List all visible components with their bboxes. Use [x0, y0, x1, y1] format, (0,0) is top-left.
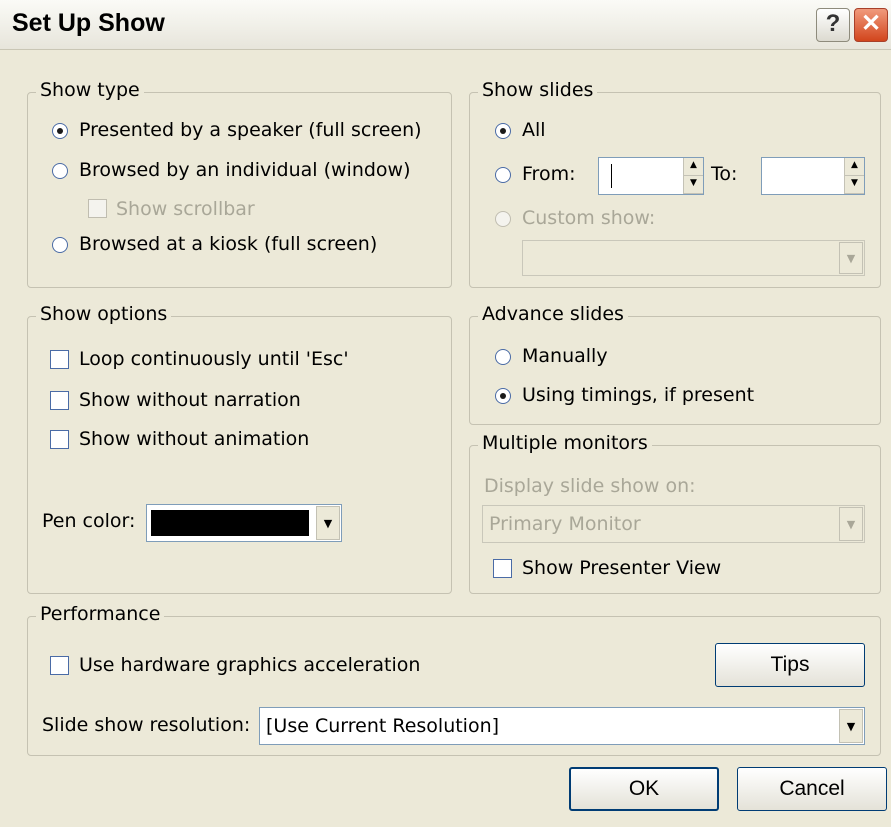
browsed-by-individual-label[interactable]: Browsed by an individual (window)	[79, 159, 411, 181]
radio-using-timings[interactable]	[495, 388, 511, 404]
radio-selected-dot	[500, 393, 506, 399]
loop-continuously-label[interactable]: Loop continuously until 'Esc'	[79, 348, 349, 370]
show-type-legend: Show type	[36, 79, 144, 101]
cancel-button[interactable]: Cancel	[737, 767, 887, 811]
multiple-monitors-legend: Multiple monitors	[478, 432, 652, 454]
pen-color-swatch	[151, 510, 309, 536]
radio-custom-show[interactable]	[495, 211, 511, 227]
to-spinner[interactable]: ▲ ▼	[761, 157, 865, 195]
tips-button[interactable]: Tips	[715, 643, 865, 687]
ok-button[interactable]: OK	[569, 767, 719, 811]
show-scrollbar-checkbox[interactable]	[88, 199, 107, 218]
browsed-at-kiosk-label[interactable]: Browsed at a kiosk (full screen)	[79, 233, 377, 255]
show-presenter-view-checkbox[interactable]	[493, 559, 512, 578]
show-without-animation-label[interactable]: Show without animation	[79, 428, 309, 450]
loop-continuously-checkbox[interactable]	[50, 350, 69, 369]
resolution-dropdown[interactable]: [Use Current Resolution] ▼	[259, 707, 865, 745]
radio-from-slides[interactable]	[495, 167, 511, 183]
show-scrollbar-label: Show scrollbar	[116, 198, 255, 220]
hardware-acceleration-label[interactable]: Use hardware graphics acceleration	[79, 654, 420, 676]
show-without-narration-label[interactable]: Show without narration	[79, 389, 301, 411]
chevron-down-icon[interactable]: ▼	[316, 506, 340, 540]
to-spin-buttons[interactable]: ▲ ▼	[844, 158, 864, 194]
resolution-value: [Use Current Resolution]	[266, 715, 500, 737]
help-button[interactable]: ?	[816, 8, 850, 42]
from-spinner[interactable]: ▲ ▼	[598, 157, 704, 195]
spin-up-icon[interactable]: ▲	[684, 158, 703, 176]
using-timings-label[interactable]: Using timings, if present	[522, 384, 754, 406]
spin-up-icon[interactable]: ▲	[845, 158, 864, 176]
show-slides-legend: Show slides	[478, 79, 598, 101]
spin-down-icon[interactable]: ▼	[684, 176, 703, 194]
text-caret	[611, 164, 612, 188]
radio-manually[interactable]	[495, 349, 511, 365]
advance-slides-group: Advance slides	[469, 303, 881, 425]
title-bar: Set Up Show ? ✕	[0, 0, 891, 50]
performance-legend: Performance	[36, 603, 165, 625]
all-slides-label[interactable]: All	[522, 119, 546, 141]
custom-show-dropdown[interactable]: ▼	[522, 240, 865, 276]
show-options-legend: Show options	[36, 303, 172, 325]
radio-all-slides[interactable]	[495, 123, 511, 139]
display-monitor-dropdown[interactable]: Primary Monitor ▼	[482, 505, 865, 543]
radio-presented-by-speaker[interactable]	[52, 123, 68, 139]
dialog-title: Set Up Show	[12, 9, 165, 37]
show-presenter-view-label[interactable]: Show Presenter View	[522, 557, 721, 579]
manually-label[interactable]: Manually	[522, 345, 608, 367]
radio-browsed-at-kiosk[interactable]	[52, 237, 68, 253]
pen-color-picker[interactable]: ▼	[146, 504, 342, 542]
radio-browsed-by-individual[interactable]	[52, 163, 68, 179]
radio-selected-dot	[57, 128, 63, 134]
display-monitor-value: Primary Monitor	[489, 513, 641, 535]
to-label: To:	[711, 163, 738, 185]
chevron-down-icon[interactable]: ▼	[839, 709, 863, 743]
help-icon: ?	[825, 10, 841, 37]
close-icon: ✕	[860, 10, 882, 37]
display-slide-show-label: Display slide show on:	[484, 475, 696, 497]
radio-selected-dot	[500, 128, 506, 134]
slide-show-resolution-label: Slide show resolution:	[42, 714, 251, 736]
presented-by-speaker-label[interactable]: Presented by a speaker (full screen)	[79, 119, 422, 141]
from-spin-buttons[interactable]: ▲ ▼	[683, 158, 703, 194]
advance-slides-legend: Advance slides	[478, 303, 628, 325]
hardware-acceleration-checkbox[interactable]	[50, 656, 69, 675]
close-button[interactable]: ✕	[854, 8, 888, 42]
from-label[interactable]: From:	[522, 163, 575, 185]
show-without-narration-checkbox[interactable]	[50, 391, 69, 410]
chevron-down-icon[interactable]: ▼	[839, 507, 863, 541]
pen-color-label: Pen color:	[42, 510, 136, 532]
custom-show-label: Custom show:	[522, 207, 656, 229]
show-without-animation-checkbox[interactable]	[50, 430, 69, 449]
chevron-down-icon[interactable]: ▼	[839, 242, 863, 274]
spin-down-icon[interactable]: ▼	[845, 176, 864, 194]
